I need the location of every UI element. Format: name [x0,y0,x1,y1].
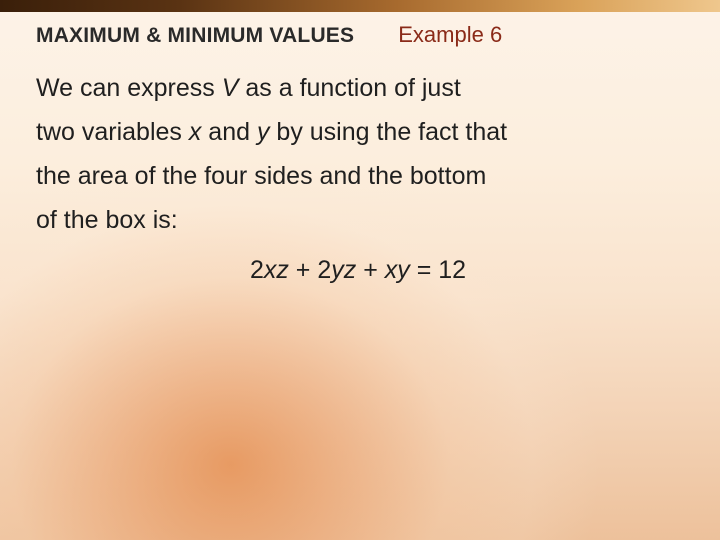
equation: 2xz + 2yz + xy = 12 [36,248,680,292]
text: 2 [250,256,264,284]
body-line-2: two variables x and y by using the fact … [36,110,680,154]
text: and [201,118,257,146]
slide-body: We can express V as a function of just t… [36,66,680,292]
text: = 12 [410,256,466,284]
body-line-3: the area of the four sides and the botto… [36,154,680,198]
body-line-1: We can express V as a function of just [36,66,680,110]
slide-header: MAXIMUM & MINIMUM VALUES Example 6 [36,22,690,48]
slide: MAXIMUM & MINIMUM VALUES Example 6 We ca… [0,0,720,540]
var-v: V [222,74,239,102]
body-line-4: of the box is: [36,198,680,242]
term-xy: xy [385,256,410,284]
var-y: y [257,118,270,146]
text: by using the fact that [269,118,507,146]
term-yz: yz [331,256,356,284]
section-title: MAXIMUM & MINIMUM VALUES [36,24,354,48]
text: two variables [36,118,189,146]
term-xz: xz [264,256,289,284]
text: + 2 [289,256,331,284]
example-label: Example 6 [398,22,502,48]
text: as a function of just [238,74,460,102]
text: We can express [36,74,222,102]
text: + [356,256,385,284]
top-accent-bar [0,0,720,12]
var-x: x [189,118,202,146]
